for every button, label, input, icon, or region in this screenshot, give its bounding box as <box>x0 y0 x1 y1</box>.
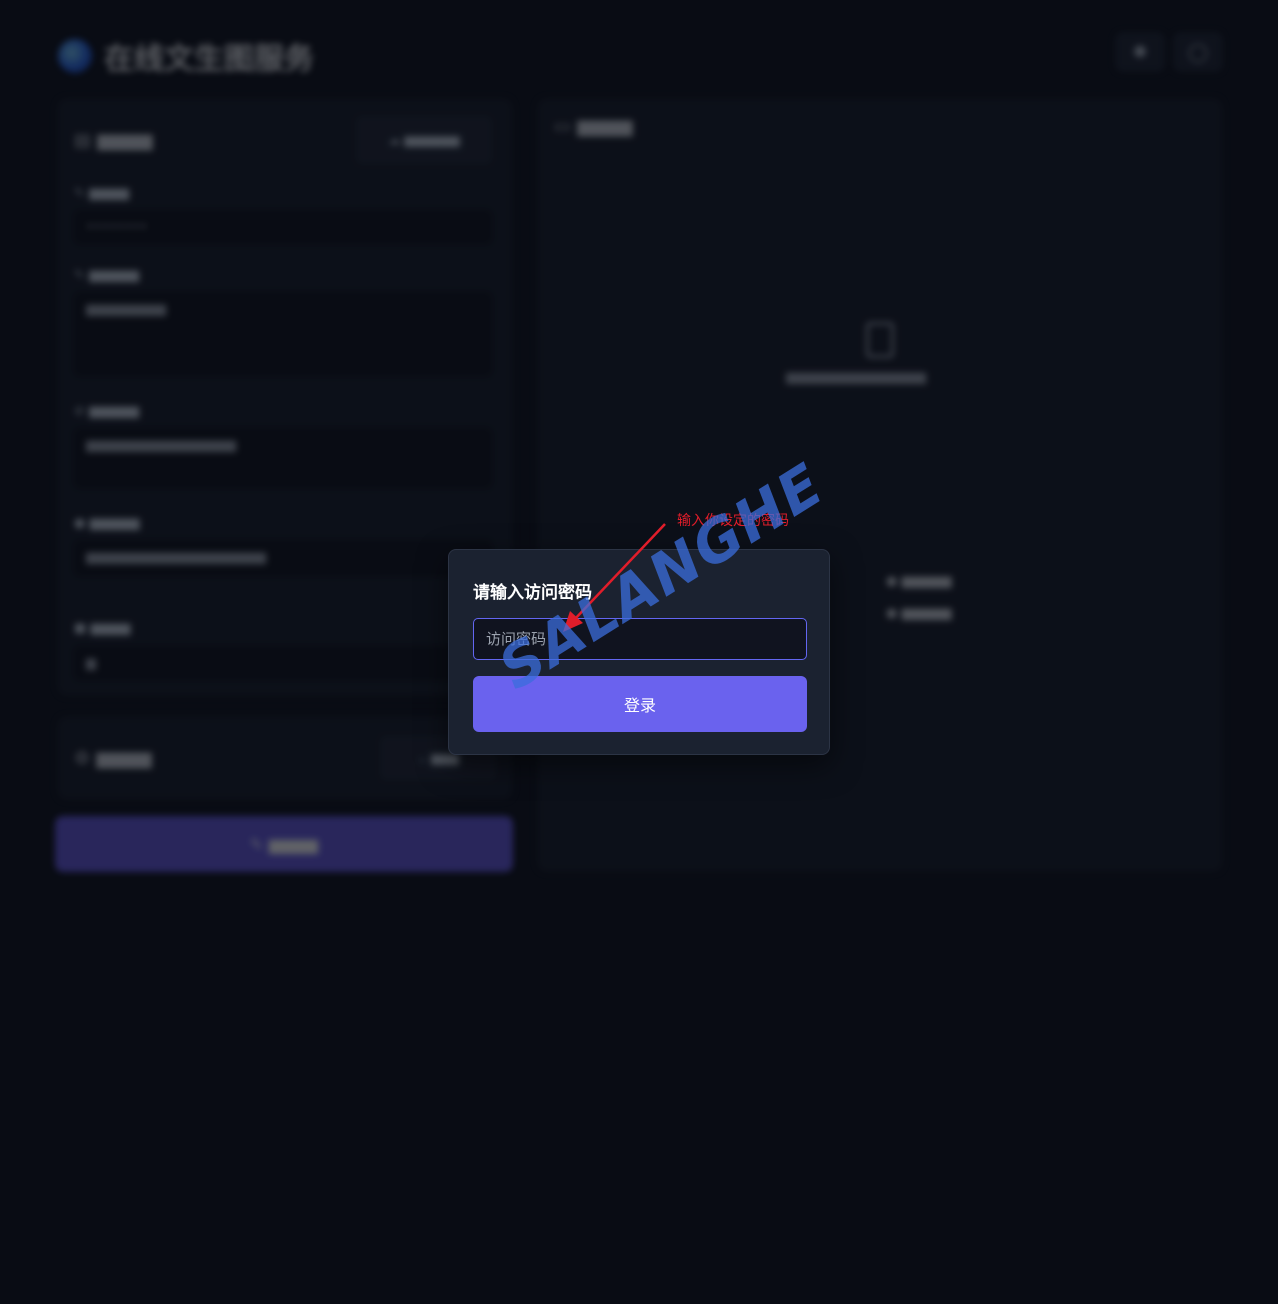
annotation-text: 输入你设定的密码 <box>677 513 789 529</box>
password-input[interactable] <box>473 618 807 660</box>
login-button[interactable]: 登录 <box>473 676 807 732</box>
login-modal: 请输入访问密码 登录 <box>448 549 830 755</box>
modal-title: 请输入访问密码 <box>473 583 592 603</box>
